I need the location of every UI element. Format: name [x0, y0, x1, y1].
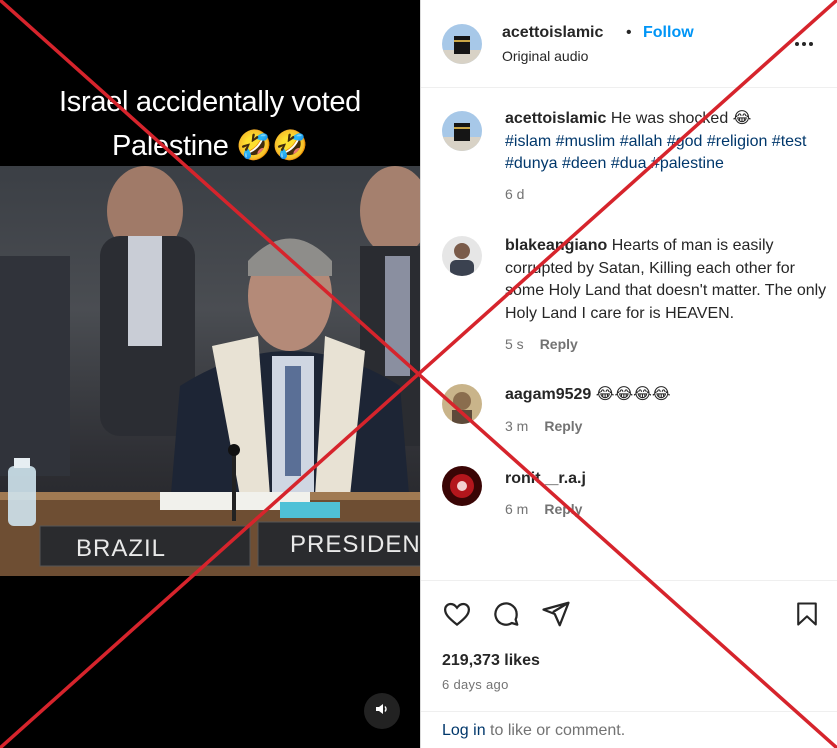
comment-username[interactable]: aagam9529: [505, 386, 591, 403]
reply-button[interactable]: Reply: [544, 418, 582, 434]
hashtags[interactable]: #islam #muslim #allah #god #religion #te…: [505, 133, 807, 173]
separator-dot: •: [626, 24, 632, 41]
post-header: acettoislamic • Follow Original audio: [421, 0, 837, 88]
more-icon-dot: [795, 42, 799, 46]
comment-text: He was shocked 😂: [606, 110, 752, 127]
comment-body: blakeangiano Hearts of man is easily cor…: [505, 235, 827, 325]
video-player[interactable]: Israel accidentally voted Palestine 🤣🤣 B…: [0, 0, 420, 748]
comment-body: ronit__r.a.j: [505, 468, 827, 491]
comment-meta: 5 s Reply: [505, 336, 578, 352]
login-link[interactable]: Log in: [442, 722, 486, 739]
comment-time[interactable]: 6 m: [505, 501, 528, 517]
comment-time[interactable]: 5 s: [505, 336, 524, 352]
bookmark-icon[interactable]: [793, 599, 821, 634]
avatar[interactable]: [442, 111, 482, 151]
video-caption: Israel accidentally voted Palestine 🤣🤣: [0, 80, 420, 168]
more-options-button[interactable]: [791, 34, 817, 54]
avatar[interactable]: [442, 384, 482, 424]
more-icon-dot: [809, 42, 813, 46]
avatar[interactable]: [442, 466, 482, 506]
comment-time[interactable]: 6 d: [505, 186, 524, 202]
video-caption-line2: Palestine 🤣🤣: [112, 130, 308, 162]
speaker-icon: [374, 701, 390, 722]
avatar[interactable]: [442, 236, 482, 276]
reply-button[interactable]: Reply: [540, 336, 578, 352]
comment-text: 😂😂😂😂: [591, 386, 671, 403]
comments-list[interactable]: acettoislamic He was shocked 😂 #islam #m…: [421, 88, 837, 580]
original-audio-link[interactable]: Original audio: [502, 48, 588, 64]
login-prompt-text: to like or comment.: [485, 722, 626, 739]
avatar[interactable]: [442, 24, 482, 64]
author-username[interactable]: acettoislamic: [502, 24, 603, 42]
comment-meta: 3 m Reply: [505, 418, 582, 434]
share-icon[interactable]: [541, 599, 571, 634]
login-prompt: Log in to like or comment.: [421, 711, 837, 748]
comment-icon[interactable]: [491, 599, 521, 634]
comment-username[interactable]: acettoislamic: [505, 110, 606, 127]
likes-count[interactable]: 219,373 likes: [442, 652, 540, 670]
comment-body: aagam9529 😂😂😂😂: [505, 384, 827, 407]
post-panel: acettoislamic • Follow Original audio ac…: [420, 0, 837, 748]
comment-meta: 6 d: [505, 186, 524, 202]
comment-username[interactable]: ronit__r.a.j: [505, 470, 586, 487]
video-frame-illustration: BRAZIL PRESIDEN: [0, 166, 420, 576]
comment-username[interactable]: blakeangiano: [505, 237, 607, 254]
nameplate-brazil: BRAZIL: [76, 535, 166, 562]
nameplate-president: PRESIDEN: [290, 531, 420, 558]
comment-body: acettoislamic He was shocked 😂 #islam #m…: [505, 108, 827, 176]
follow-button[interactable]: Follow: [643, 24, 694, 42]
video-frame: BRAZIL PRESIDEN: [0, 166, 420, 576]
post-date[interactable]: 6 days ago: [442, 677, 509, 692]
sound-toggle-button[interactable]: [364, 693, 400, 729]
reply-button[interactable]: Reply: [544, 501, 582, 517]
more-icon-dot: [802, 42, 806, 46]
comment-time[interactable]: 3 m: [505, 418, 528, 434]
comment-meta: 6 m Reply: [505, 501, 582, 517]
heart-icon[interactable]: [442, 599, 472, 634]
video-caption-line1: Israel accidentally voted: [59, 86, 361, 118]
post-actions: 219,373 likes 6 days ago Log in to like …: [421, 580, 837, 748]
